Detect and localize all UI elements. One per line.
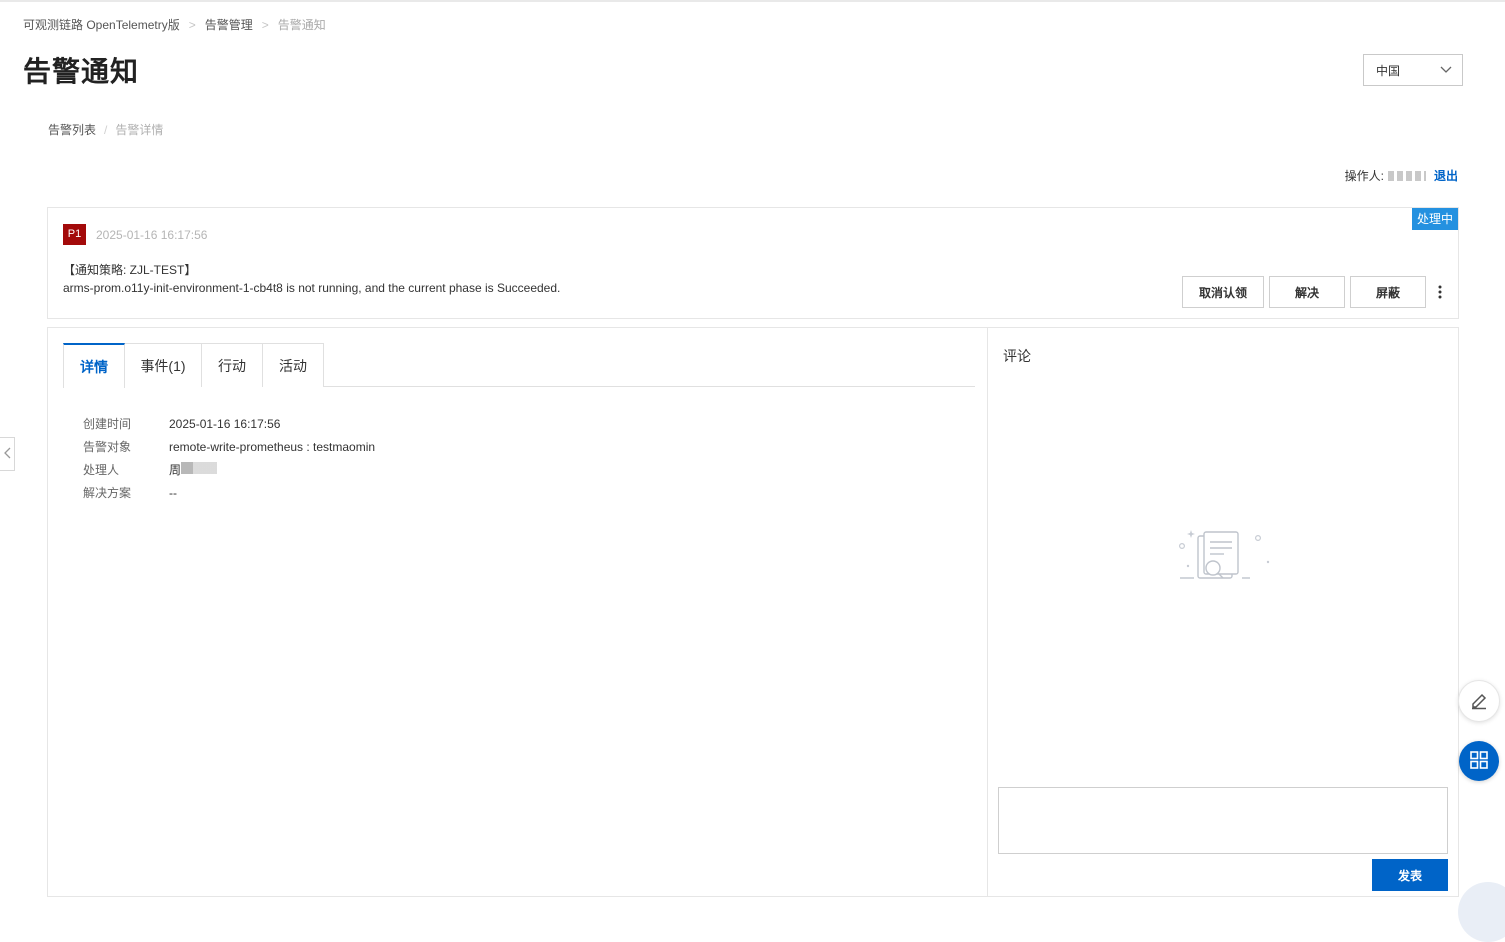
field-value: --	[169, 485, 177, 500]
more-options-icon[interactable]	[1432, 276, 1448, 308]
alert-message: arms-prom.o11y-init-environment-1-cb4t8 …	[63, 281, 561, 295]
comment-input[interactable]	[998, 787, 1448, 854]
field-value: 周	[169, 461, 218, 478]
alert-time: 2025-01-16 16:17:56	[96, 228, 208, 242]
unclaim-button[interactable]: 取消认领	[1182, 276, 1264, 308]
chevron-down-icon	[1440, 66, 1452, 74]
region-select-value: 中国	[1376, 63, 1401, 78]
app-grid-button[interactable]	[1459, 741, 1499, 781]
detail-panel: 详情 事件(1) 行动 活动 创建时间 2025-01-16 16:17:56 …	[47, 327, 1459, 897]
handler-name: 周	[169, 463, 182, 477]
breadcrumb-separator: >	[261, 17, 269, 32]
publish-button[interactable]: 发表	[1372, 859, 1448, 891]
tab-actions[interactable]: 行动	[201, 343, 263, 387]
sidebar-collapse-handle[interactable]	[0, 437, 15, 471]
sub-breadcrumb: 告警列表 / 告警详情	[48, 121, 163, 138]
detail-fields: 创建时间 2025-01-16 16:17:56 告警对象 remote-wri…	[83, 412, 375, 504]
breadcrumb-item-current: 告警通知	[277, 18, 326, 32]
alert-actions: 取消认领 解决 屏蔽	[1182, 276, 1448, 308]
breadcrumb: 可观测链路 OpenTelemetry版 > 告警管理 > 告警通知	[23, 16, 326, 33]
breadcrumb-item-alert-management[interactable]: 告警管理	[205, 16, 253, 33]
field-value: 2025-01-16 16:17:56	[169, 416, 281, 431]
field-label: 处理人	[83, 463, 120, 477]
operator-name-redacted	[1387, 170, 1426, 181]
tab-events[interactable]: 事件(1)	[124, 343, 202, 387]
detail-left-pane: 详情 事件(1) 行动 活动 创建时间 2025-01-16 16:17:56 …	[48, 328, 988, 896]
operator-info: 操作人: 退出	[1345, 167, 1458, 184]
sub-breadcrumb-alert-detail: 告警详情	[115, 123, 164, 137]
handler-name-redacted	[181, 462, 218, 474]
detail-row-target: 告警对象 remote-write-prometheus : testmaomi…	[83, 435, 375, 458]
comments-pane: 评论 发表	[988, 328, 1458, 896]
tab-details[interactable]: 详情	[63, 343, 125, 388]
edit-icon	[1469, 690, 1489, 713]
empty-document-icon	[1176, 528, 1272, 595]
chevron-left-icon	[3, 447, 11, 462]
detail-row-solution: 解决方案 --	[83, 481, 375, 504]
field-value: remote-write-prometheus : testmaomin	[169, 439, 376, 454]
field-label: 解决方案	[83, 486, 132, 500]
alert-summary-card: 处理中 P1 2025-01-16 16:17:56 【通知策略: ZJL-TE…	[47, 207, 1459, 319]
breadcrumb-separator: >	[188, 17, 196, 32]
page-title: 告警通知	[23, 56, 140, 87]
detail-tabs: 详情 事件(1) 行动 活动	[63, 343, 975, 388]
corner-decoration	[1458, 882, 1505, 942]
logout-link[interactable]: 退出	[1434, 167, 1458, 184]
priority-badge: P1	[63, 224, 86, 245]
mute-button[interactable]: 屏蔽	[1350, 276, 1426, 308]
region-select[interactable]: 中国	[1363, 54, 1463, 86]
detail-row-handler: 处理人 周	[83, 458, 375, 481]
alert-policy: 【通知策略: ZJL-TEST】	[63, 263, 197, 277]
tab-activity[interactable]: 活动	[262, 343, 324, 387]
field-label: 创建时间	[83, 417, 132, 431]
feedback-edit-button[interactable]	[1458, 680, 1500, 722]
detail-row-created: 创建时间 2025-01-16 16:17:56	[83, 412, 375, 435]
top-divider	[0, 0, 1505, 2]
resolve-button[interactable]: 解决	[1269, 276, 1345, 308]
grid-icon	[1470, 750, 1488, 772]
comments-title: 评论	[1003, 348, 1031, 364]
operator-label: 操作人:	[1344, 169, 1384, 183]
field-label: 告警对象	[83, 440, 132, 454]
sub-breadcrumb-alert-list[interactable]: 告警列表	[48, 121, 96, 138]
status-badge: 处理中	[1411, 208, 1458, 230]
sub-breadcrumb-separator: /	[104, 122, 108, 137]
breadcrumb-item-otel[interactable]: 可观测链路 OpenTelemetry版	[23, 16, 180, 33]
